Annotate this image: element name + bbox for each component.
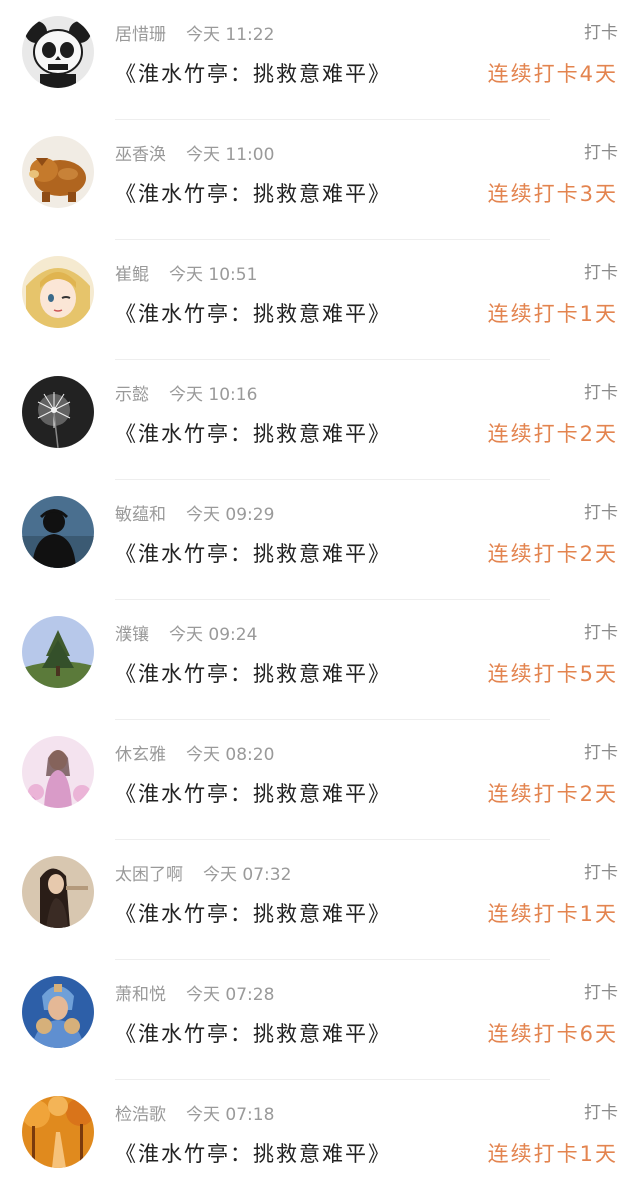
user-meta: 休玄雅 今天 08:20 bbox=[115, 744, 274, 766]
checkin-label: 打卡 bbox=[584, 263, 618, 283]
list-item[interactable]: 休玄雅 今天 08:20 打卡 《淮水竹亭：挑救意难平》 连续打卡2天 bbox=[0, 720, 640, 840]
avatar[interactable] bbox=[22, 256, 94, 328]
panda-skull-avatar-icon bbox=[22, 16, 94, 88]
avatar[interactable] bbox=[22, 496, 94, 568]
user-name[interactable]: 太困了啊 bbox=[115, 865, 183, 885]
avatar[interactable] bbox=[22, 136, 94, 208]
user-name[interactable]: 崔鲲 bbox=[115, 265, 149, 285]
streak-count: 连续打卡2天 bbox=[487, 542, 618, 566]
streak-count: 连续打卡3天 bbox=[487, 182, 618, 206]
avatar[interactable] bbox=[22, 976, 94, 1048]
checkin-label: 打卡 bbox=[584, 1103, 618, 1123]
user-meta: 敏蕴和 今天 09:29 bbox=[115, 504, 274, 526]
avatar[interactable] bbox=[22, 736, 94, 808]
user-meta: 居惜珊 今天 11:22 bbox=[115, 24, 274, 46]
silhouette-avatar-icon bbox=[22, 496, 94, 568]
checkin-time: 今天 11:22 bbox=[186, 25, 275, 45]
checkin-time: 今天 08:20 bbox=[186, 745, 275, 765]
wooden-pig-avatar-icon bbox=[22, 136, 94, 208]
user-meta: 崔鲲 今天 10:51 bbox=[115, 264, 257, 286]
checkin-label: 打卡 bbox=[584, 383, 618, 403]
checkin-time: 今天 10:51 bbox=[169, 265, 258, 285]
user-meta: 濮镶 今天 09:24 bbox=[115, 624, 257, 646]
streak-count: 连续打卡6天 bbox=[487, 1022, 618, 1046]
lesson-title: 《淮水竹亭：挑救意难平》 bbox=[115, 1022, 391, 1046]
autumn-road-avatar-icon bbox=[22, 1096, 94, 1168]
lesson-title: 《淮水竹亭：挑救意难平》 bbox=[115, 902, 391, 926]
checkin-label: 打卡 bbox=[584, 143, 618, 163]
streak-count: 连续打卡5天 bbox=[487, 662, 618, 686]
user-meta: 巫香涣 今天 11:00 bbox=[115, 144, 274, 166]
tree-sky-avatar-icon bbox=[22, 616, 94, 688]
dandelion-avatar-icon bbox=[22, 376, 94, 448]
avatar[interactable] bbox=[22, 1096, 94, 1168]
checkin-time: 今天 09:24 bbox=[169, 625, 258, 645]
streak-count: 连续打卡1天 bbox=[487, 1142, 618, 1166]
checkin-label: 打卡 bbox=[584, 23, 618, 43]
list-item[interactable]: 太困了啊 今天 07:32 打卡 《淮水竹亭：挑救意难平》 连续打卡1天 bbox=[0, 840, 640, 960]
lesson-title: 《淮水竹亭：挑救意难平》 bbox=[115, 782, 391, 806]
checkin-label: 打卡 bbox=[584, 743, 618, 763]
checkin-time: 今天 07:18 bbox=[186, 1105, 275, 1125]
avatar[interactable] bbox=[22, 856, 94, 928]
streak-count: 连续打卡1天 bbox=[487, 302, 618, 326]
checkin-label: 打卡 bbox=[584, 623, 618, 643]
checkin-label: 打卡 bbox=[584, 503, 618, 523]
checkin-time: 今天 09:29 bbox=[186, 505, 275, 525]
user-meta: 检浩歌 今天 07:18 bbox=[115, 1104, 274, 1126]
game-warrior-avatar-icon bbox=[22, 976, 94, 1048]
lesson-title: 《淮水竹亭：挑救意难平》 bbox=[115, 62, 391, 86]
checkin-label: 打卡 bbox=[584, 983, 618, 1003]
list-item[interactable]: 示懿 今天 10:16 打卡 《淮水竹亭：挑救意难平》 连续打卡2天 bbox=[0, 360, 640, 480]
checkin-label: 打卡 bbox=[584, 863, 618, 883]
streak-count: 连续打卡2天 bbox=[487, 422, 618, 446]
avatar[interactable] bbox=[22, 376, 94, 448]
user-meta: 示懿 今天 10:16 bbox=[115, 384, 257, 406]
list-item[interactable]: 崔鲲 今天 10:51 打卡 《淮水竹亭：挑救意难平》 连续打卡1天 bbox=[0, 240, 640, 360]
lesson-title: 《淮水竹亭：挑救意难平》 bbox=[115, 422, 391, 446]
avatar[interactable] bbox=[22, 616, 94, 688]
user-name[interactable]: 萧和悦 bbox=[115, 985, 166, 1005]
user-meta: 太困了啊 今天 07:32 bbox=[115, 864, 291, 886]
girl-portrait-avatar-icon bbox=[22, 856, 94, 928]
checkin-list: 居惜珊 今天 11:22 打卡 《淮水竹亭：挑救意难平》 连续打卡4天 巫香涣 今天… bbox=[0, 0, 640, 1179]
lesson-title: 《淮水竹亭：挑救意难平》 bbox=[115, 662, 391, 686]
streak-count: 连续打卡2天 bbox=[487, 782, 618, 806]
lesson-title: 《淮水竹亭：挑救意难平》 bbox=[115, 302, 391, 326]
avatar[interactable] bbox=[22, 16, 94, 88]
checkin-time: 今天 07:28 bbox=[186, 985, 275, 1005]
lesson-title: 《淮水竹亭：挑救意难平》 bbox=[115, 542, 391, 566]
checkin-time: 今天 07:32 bbox=[203, 865, 292, 885]
list-item[interactable]: 检浩歌 今天 07:18 打卡 《淮水竹亭：挑救意难平》 连续打卡1天 bbox=[0, 1080, 640, 1200]
user-name[interactable]: 休玄雅 bbox=[115, 745, 166, 765]
user-meta: 萧和悦 今天 07:28 bbox=[115, 984, 274, 1006]
checkin-time: 今天 11:00 bbox=[186, 145, 275, 165]
lesson-title: 《淮水竹亭：挑救意难平》 bbox=[115, 182, 391, 206]
checkin-time: 今天 10:16 bbox=[169, 385, 258, 405]
streak-count: 连续打卡4天 bbox=[487, 62, 618, 86]
list-item[interactable]: 巫香涣 今天 11:00 打卡 《淮水竹亭：挑救意难平》 连续打卡3天 bbox=[0, 120, 640, 240]
list-item[interactable]: 濮镶 今天 09:24 打卡 《淮水竹亭：挑救意难平》 连续打卡5天 bbox=[0, 600, 640, 720]
user-name[interactable]: 敏蕴和 bbox=[115, 505, 166, 525]
flower-girl-avatar-icon bbox=[22, 736, 94, 808]
user-name[interactable]: 示懿 bbox=[115, 385, 149, 405]
user-name[interactable]: 巫香涣 bbox=[115, 145, 166, 165]
streak-count: 连续打卡1天 bbox=[487, 902, 618, 926]
user-name[interactable]: 濮镶 bbox=[115, 625, 149, 645]
user-name[interactable]: 居惜珊 bbox=[115, 25, 166, 45]
user-name[interactable]: 检浩歌 bbox=[115, 1105, 166, 1125]
lesson-title: 《淮水竹亭：挑救意难平》 bbox=[115, 1142, 391, 1166]
list-item[interactable]: 居惜珊 今天 11:22 打卡 《淮水竹亭：挑救意难平》 连续打卡4天 bbox=[0, 0, 640, 120]
anime-girl-avatar-icon bbox=[22, 256, 94, 328]
list-item[interactable]: 敏蕴和 今天 09:29 打卡 《淮水竹亭：挑救意难平》 连续打卡2天 bbox=[0, 480, 640, 600]
list-item[interactable]: 萧和悦 今天 07:28 打卡 《淮水竹亭：挑救意难平》 连续打卡6天 bbox=[0, 960, 640, 1080]
